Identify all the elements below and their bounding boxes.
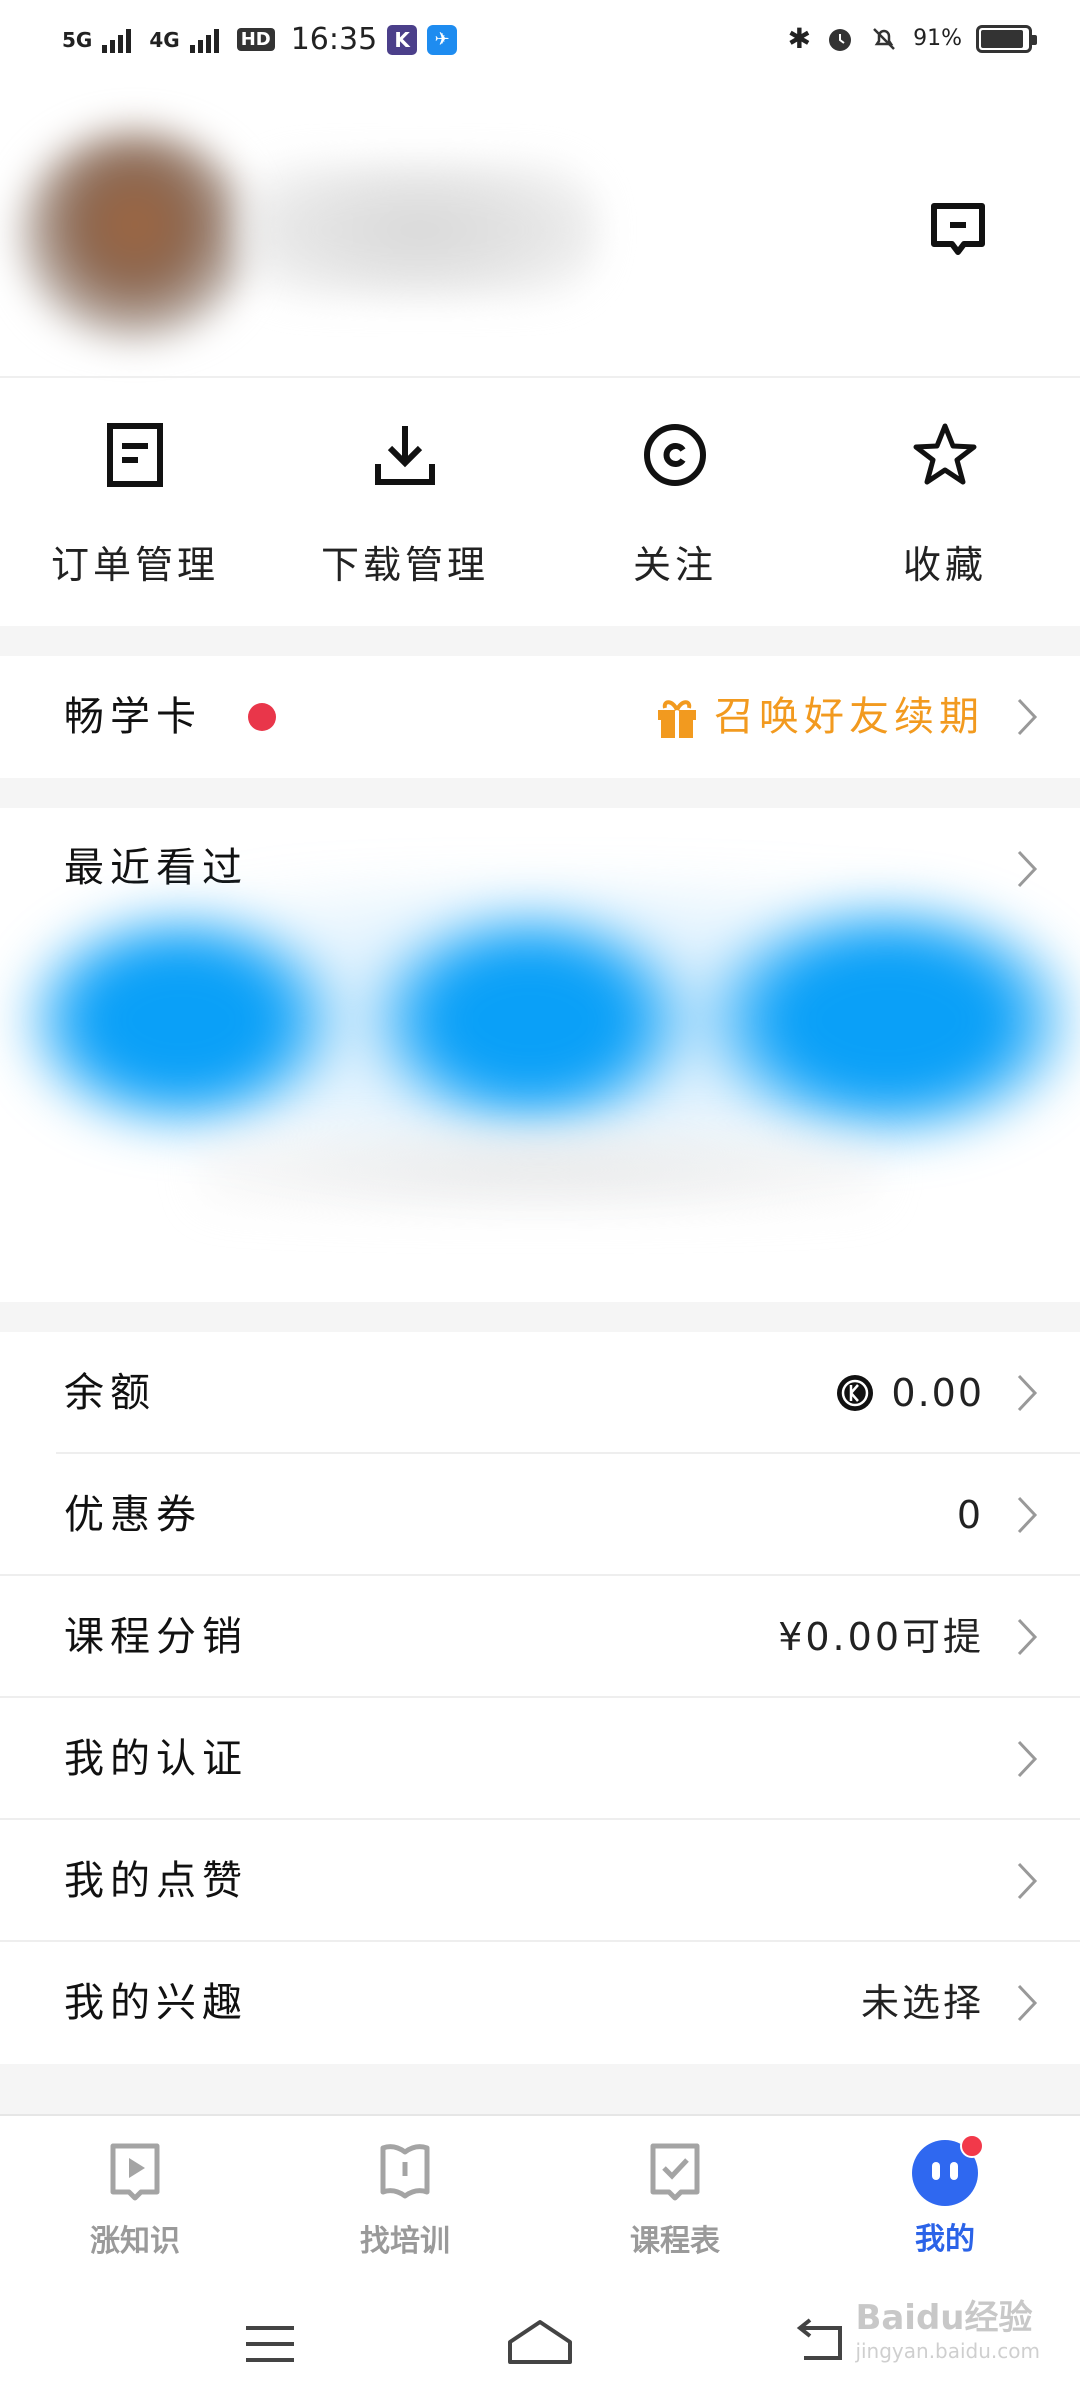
course-distribution-row[interactable]: 课程分销 ¥0.00可提 <box>0 1576 1080 1698</box>
balance-title: 余额 <box>64 1370 156 1416</box>
download-management-button[interactable]: 下载管理 <box>270 420 540 620</box>
my-certification-row[interactable]: 我的认证 <box>0 1698 1080 1820</box>
coin-icon <box>837 1375 874 1411</box>
tab-schedule[interactable]: 课程表 <box>540 2140 810 2260</box>
coupons-title: 优惠券 <box>64 1492 202 1538</box>
app-notification-icon: ✈ <box>427 24 458 55</box>
changxue-card-title: 畅学卡 <box>64 694 202 740</box>
follow-button[interactable]: 关注 <box>540 420 810 620</box>
notification-dot <box>960 2134 984 2158</box>
signal-icon-2 <box>189 27 219 53</box>
chevron-right-icon <box>1017 1618 1038 1656</box>
play-card-icon <box>110 2143 160 2201</box>
clock-time: 16:35 <box>290 22 378 57</box>
chevron-right-icon <box>1017 1374 1038 1412</box>
favorites-label: 收藏 <box>902 543 987 587</box>
order-management-button[interactable]: 订单管理 <box>0 420 270 620</box>
my-interests-title: 我的兴趣 <box>64 1980 248 2026</box>
battery-percent: 91% <box>913 26 962 51</box>
baidu-watermark: Baidu经验 jingyan.baidu.com <box>855 2290 1040 2363</box>
section-gap <box>0 626 1080 656</box>
avatar[interactable] <box>20 130 250 340</box>
bluetooth-icon: ✱ <box>787 22 812 55</box>
username-blurred[interactable] <box>240 160 600 300</box>
divider <box>0 376 1080 378</box>
network-5g-label: 5G <box>62 27 93 52</box>
balance-row[interactable]: 余额 0.00 <box>0 1332 1080 1454</box>
signal-icon <box>102 27 132 53</box>
tab-training[interactable]: 找培训 <box>270 2140 540 2260</box>
menu-icon[interactable] <box>242 2322 298 2366</box>
my-certification-title: 我的认证 <box>64 1736 248 1782</box>
order-icon <box>107 423 163 487</box>
battery-icon <box>976 24 1037 53</box>
tab-knowledge-label: 涨知识 <box>90 2224 180 2259</box>
recent-captions-blurred <box>200 1130 880 1210</box>
network-4g-label: 4G <box>149 27 180 52</box>
check-card-icon <box>650 2143 700 2201</box>
alarm-icon <box>829 28 852 51</box>
home-icon[interactable] <box>504 2316 576 2368</box>
section-gap <box>0 1302 1080 1332</box>
tab-me-label: 我的 <box>915 2222 975 2257</box>
tab-schedule-label: 课程表 <box>630 2224 720 2259</box>
watermark-url: jingyan.baidu.com <box>855 2339 1040 2363</box>
promo-text: 召唤好友续期 <box>714 694 984 740</box>
star-icon <box>913 423 977 485</box>
my-interests-value: 未选择 <box>860 1981 984 2025</box>
chevron-right-icon <box>1017 1862 1038 1900</box>
my-likes-title: 我的点赞 <box>64 1858 248 1904</box>
watermark-brand: Baidu经验 <box>855 2298 1033 2338</box>
back-icon[interactable] <box>794 2318 850 2366</box>
tab-knowledge[interactable]: 涨知识 <box>0 2140 270 2260</box>
favorites-button[interactable]: 收藏 <box>810 420 1080 620</box>
face-icon <box>912 2134 984 2206</box>
chevron-right-icon <box>1017 1740 1038 1778</box>
section-gap <box>0 778 1080 808</box>
chevron-right-icon <box>1017 1496 1038 1534</box>
my-interests-row[interactable]: 我的兴趣 未选择 <box>0 1942 1080 2064</box>
status-bar: 5G 4G HD 16:35 K ✈ ✱ 91% <box>0 0 1080 80</box>
chevron-right-icon <box>1017 698 1038 736</box>
follow-label: 关注 <box>632 543 717 587</box>
mute-bell-icon <box>873 27 895 50</box>
gift-icon <box>658 700 696 738</box>
new-indicator-dot <box>248 703 276 731</box>
tab-me[interactable]: 我的 <box>810 2134 1080 2260</box>
promo-group[interactable]: 召唤好友续期 <box>654 656 984 778</box>
tabbar-top-border <box>0 2114 1080 2116</box>
course-distribution-title: 课程分销 <box>64 1614 248 1660</box>
kuaishou-app-icon: K <box>387 24 418 55</box>
message-square-icon[interactable] <box>928 200 988 266</box>
section-gap <box>0 2064 1080 2114</box>
course-distribution-value: ¥0.00可提 <box>778 1615 984 1659</box>
chevron-right-icon <box>1017 1984 1038 2022</box>
download-icon <box>375 426 435 485</box>
changxue-card-row[interactable]: 畅学卡 召唤好友续期 <box>0 656 1080 778</box>
tab-training-label: 找培训 <box>360 2224 450 2259</box>
coupons-value: 0 <box>956 1493 984 1537</box>
download-management-label: 下载管理 <box>320 543 489 587</box>
balance-value: 0.00 <box>891 1371 984 1415</box>
my-likes-row[interactable]: 我的点赞 <box>0 1820 1080 1942</box>
follow-eye-icon <box>644 424 706 486</box>
coupons-row[interactable]: 优惠券 0 <box>0 1454 1080 1576</box>
book-card-icon <box>380 2144 430 2199</box>
hd-badge: HD <box>236 28 275 51</box>
order-management-label: 订单管理 <box>50 543 219 587</box>
